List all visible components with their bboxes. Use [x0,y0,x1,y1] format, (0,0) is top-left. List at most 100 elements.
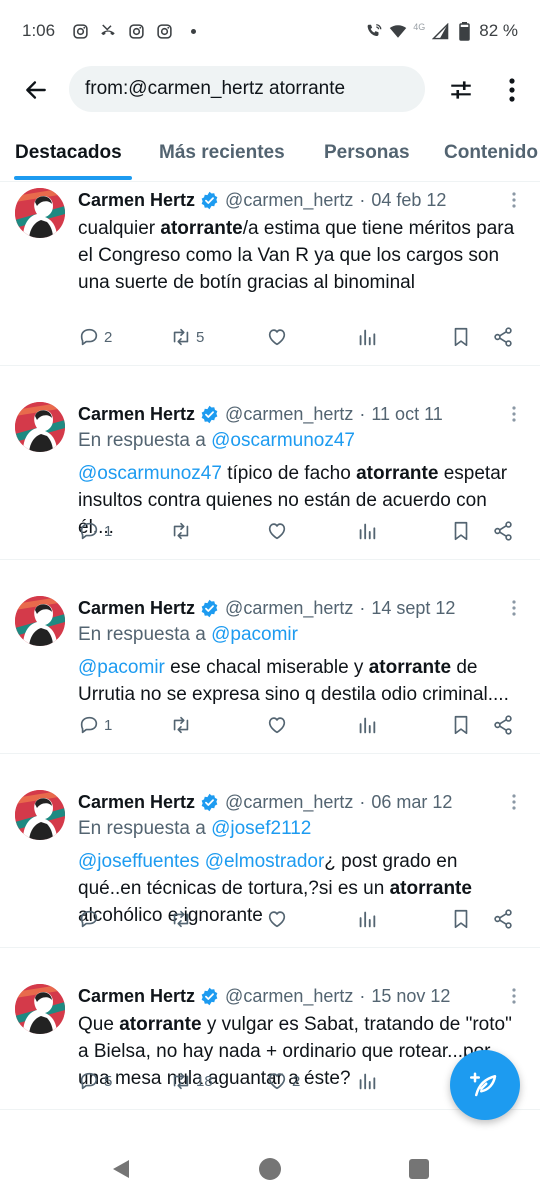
tweet-more-button[interactable] [506,190,522,210]
search-term-highlight: atorrante [389,878,472,899]
author-name[interactable]: Carmen Hertz [78,598,195,619]
author-handle[interactable]: @carmen_hertz [225,404,353,425]
mention-link[interactable]: @oscarmunoz47 [78,463,222,484]
views-button[interactable] [356,518,378,544]
avatar[interactable] [15,984,65,1034]
mention-link[interactable]: @elmostrador [205,851,325,872]
share-button[interactable] [492,906,514,932]
avatar[interactable] [15,188,65,238]
tweet-text: cualquier atorrante/a estima que tiene m… [78,215,518,296]
tweet-card[interactable]: Carmen Hertz @carmen_hertz · 14 sept 12 En r… [0,560,540,754]
verified-badge [200,191,219,210]
tweet-date[interactable]: 11 oct 11 [371,404,442,425]
retweet-button[interactable]: 18 [170,1068,213,1094]
author-handle[interactable]: @carmen_hertz [225,190,353,211]
tab-contenido[interactable]: Contenido [444,142,538,164]
share-button[interactable] [492,712,514,738]
bookmark-button[interactable] [450,518,472,544]
views-button[interactable] [356,906,378,932]
reply-button[interactable]: 5 [78,1068,112,1094]
share-button[interactable] [492,324,514,350]
reply-button[interactable]: 1 [78,518,112,544]
author-name[interactable]: Carmen Hertz [78,986,195,1007]
system-home-button[interactable] [259,1158,281,1180]
bookmark-icon [454,715,468,735]
views-button[interactable] [356,324,378,350]
tweet-date[interactable]: 06 mar 12 [371,792,452,813]
like-button[interactable] [266,518,292,544]
retweet-button[interactable]: 5 [170,324,204,350]
reply-icon [80,716,98,734]
heart-icon [268,717,286,734]
views-chart-icon [359,523,376,540]
separator-dot: · [359,189,366,210]
author-handle[interactable]: @carmen_hertz [225,792,353,813]
avatar[interactable] [15,596,65,646]
tweet-more-button[interactable] [506,986,522,1006]
reply-button[interactable]: 2 [78,324,112,350]
retweet-button[interactable] [170,906,196,932]
system-recents-button[interactable] [409,1159,429,1179]
tweet-card[interactable]: Carmen Hertz@carmen_hertz·11 oct 11 [0,1110,540,1140]
mention-link[interactable]: @pacomir [78,657,165,678]
reply-to-mention[interactable]: @josef2112 [211,818,311,839]
instagram-icon [71,22,89,40]
verified-badge [200,405,219,424]
bookmark-button[interactable] [450,712,472,738]
search-filters-button[interactable] [445,74,477,106]
views-chart-icon [359,329,376,346]
tab-destacados[interactable]: Destacados [15,142,122,164]
reply-context: En respuesta a @josef2112 [78,818,311,840]
compose-tweet-button[interactable] [450,1050,520,1120]
tweet-more-button[interactable] [506,792,522,812]
bookmark-button[interactable] [450,906,472,932]
triangle-back-icon [113,1160,129,1178]
heart-icon [268,1073,286,1090]
search-term-highlight: atorrante [356,463,439,484]
notification-dot-icon [191,28,197,34]
tweet-more-button[interactable] [506,598,522,618]
verified-badge [200,599,219,618]
author-name[interactable]: Carmen Hertz [78,792,195,813]
avatar[interactable] [15,402,65,452]
separator-dot: · [359,985,366,1006]
reply-button[interactable]: 1 [78,712,112,738]
tab-personas[interactable]: Personas [324,142,410,164]
share-button[interactable] [492,518,514,544]
tweet-card[interactable]: Carmen Hertz @carmen_hertz · 11 oct 11 En re… [0,366,540,560]
tweet-date[interactable]: 15 nov 12 [371,986,450,1007]
tweet-card[interactable]: Carmen Hertz @carmen_hertz · 04 feb 12 cualq… [0,182,540,366]
tweet-date[interactable]: 14 sept 12 [371,598,455,619]
tweet-more-button[interactable] [506,404,522,424]
back-button[interactable] [20,74,52,106]
author-name[interactable]: Carmen Hertz [78,190,195,211]
author-handle[interactable]: @carmen_hertz [225,598,353,619]
tweet-date[interactable]: 04 feb 12 [371,190,446,211]
retweet-button[interactable] [170,712,196,738]
retweet-button[interactable] [170,518,196,544]
avatar[interactable] [15,790,65,840]
search-term-highlight: atorrante [160,218,243,239]
like-button[interactable] [266,324,292,350]
author-name[interactable]: Carmen Hertz [78,404,195,425]
system-back-button[interactable] [110,1158,132,1185]
tweet-header: Carmen Hertz @carmen_hertz · 06 mar 12 [78,790,452,814]
views-button[interactable] [356,712,378,738]
views-button[interactable] [356,1068,378,1094]
mention-link[interactable]: @joseffuentes [78,851,199,872]
like-button[interactable] [266,712,292,738]
reply-button[interactable] [78,906,104,932]
like-count: 2 [292,1072,301,1090]
tweet-card[interactable]: Carmen Hertz @carmen_hertz · 06 mar 12 En re… [0,754,540,948]
reply-to-mention[interactable]: @pacomir [211,624,298,645]
reply-to-mention[interactable]: @oscarmunoz47 [211,430,355,451]
tweet-feed[interactable]: Carmen Hertz @carmen_hertz · 04 feb 12 cualq… [0,182,540,1140]
like-button[interactable]: 2 [266,1068,300,1094]
more-options-button[interactable] [500,74,524,106]
search-input[interactable]: from:@carmen_hertz atorrante [69,66,425,112]
tab-mas-recientes[interactable]: Más recientes [159,142,285,164]
bookmark-button[interactable] [450,324,472,350]
author-handle[interactable]: @carmen_hertz [225,986,353,1007]
like-button[interactable] [266,906,292,932]
retweet-icon [173,716,189,734]
